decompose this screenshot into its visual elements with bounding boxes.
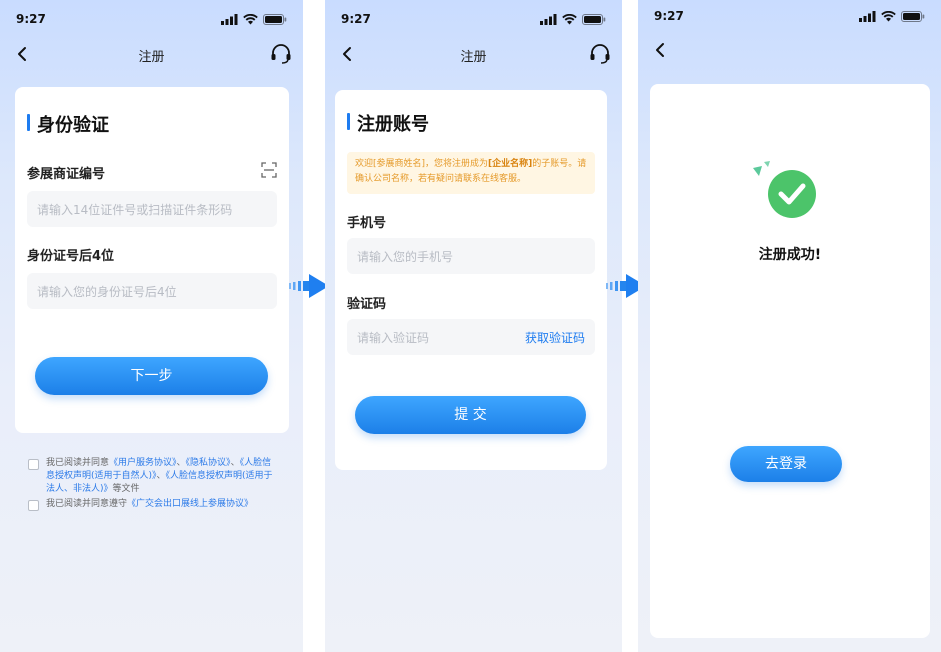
scan-icon[interactable] bbox=[261, 162, 277, 178]
section-title: 注册账号 bbox=[347, 110, 429, 136]
next-step-button[interactable]: 下一步 bbox=[35, 357, 268, 395]
company-name-placeholder: [企业名称] bbox=[488, 159, 533, 169]
back-arrow-icon[interactable] bbox=[652, 40, 670, 60]
online-exhibit-agreement-link[interactable]: 《广交会出口展线上参展协议》 bbox=[127, 499, 253, 509]
status-time: 9:27 bbox=[341, 12, 371, 26]
exhibitor-id-input[interactable]: 请输入14位证件号或扫描证件条形码 bbox=[27, 191, 277, 227]
success-message: 注册成功! bbox=[758, 247, 822, 263]
customer-service-icon[interactable] bbox=[588, 42, 612, 66]
phone-placeholder: 请输入您的手机号 bbox=[357, 250, 454, 264]
nav-title: 注册 bbox=[138, 50, 165, 65]
agreement1-checkbox[interactable] bbox=[28, 459, 39, 470]
privacy-agreement-link[interactable]: 《隐私协议》 bbox=[186, 458, 231, 468]
id-last4-input[interactable]: 请输入您的身份证号后4位 bbox=[27, 273, 277, 309]
signal-icon bbox=[221, 13, 238, 25]
screen-register-account: 9:27 注册 注册账号 欢迎[参展商姓名]，您将注册成为[企业名称]的子账号。… bbox=[325, 0, 622, 652]
id-last4-placeholder: 请输入您的身份证号后4位 bbox=[37, 285, 177, 299]
phone-input[interactable]: 请输入您的手机号 bbox=[347, 238, 595, 274]
signal-icon bbox=[859, 10, 876, 22]
nav-bar bbox=[638, 38, 941, 64]
get-code-button[interactable]: 获取验证码 bbox=[525, 329, 585, 346]
agreement2-checkbox[interactable] bbox=[28, 500, 39, 511]
wifi-icon bbox=[243, 13, 258, 24]
wifi-icon bbox=[562, 13, 577, 24]
battery-icon bbox=[582, 13, 606, 25]
signal-icon bbox=[540, 13, 557, 25]
status-bar: 9:27 bbox=[341, 11, 606, 27]
status-bar: 9:27 bbox=[654, 8, 925, 24]
agreement1-text: 我已阅读并同意《用户服务协议》、《隐私协议》、《人脸信息授权声明(适用于自然人)… bbox=[46, 458, 273, 494]
success-card: 注册成功! 去登录 bbox=[650, 84, 930, 638]
status-time: 9:27 bbox=[654, 9, 684, 23]
status-time: 9:27 bbox=[16, 12, 46, 26]
register-card: 注册账号 欢迎[参展商姓名]，您将注册成为[企业名称]的子账号。请确认公司名称，… bbox=[335, 90, 607, 470]
screen-register-success: 9:27 注册成功! 去登录 bbox=[638, 0, 941, 652]
section-title: 身份验证 bbox=[27, 111, 109, 137]
exhibitor-id-label: 参展商证编号 bbox=[27, 167, 106, 182]
verification-card: 身份验证 参展商证编号 请输入14位证件号或扫描证件条形码 身份证号后4位 请输… bbox=[15, 87, 289, 433]
notice-banner: 欢迎[参展商姓名]，您将注册成为[企业名称]的子账号。请确认公司名称，若有疑问请… bbox=[347, 152, 595, 194]
wifi-icon bbox=[881, 10, 896, 21]
id-last4-label: 身份证号后4位 bbox=[27, 249, 115, 264]
go-login-button[interactable]: 去登录 bbox=[730, 446, 842, 482]
code-placeholder: 请输入验证码 bbox=[357, 331, 430, 345]
battery-icon bbox=[901, 10, 925, 22]
phone-label: 手机号 bbox=[347, 216, 387, 231]
customer-service-icon[interactable] bbox=[269, 42, 293, 66]
code-input[interactable]: 请输入验证码 获取验证码 bbox=[347, 319, 595, 355]
status-bar: 9:27 bbox=[16, 11, 287, 27]
battery-icon bbox=[263, 13, 287, 25]
agreement2-text: 我已阅读并同意遵守《广交会出口展线上参展协议》 bbox=[46, 499, 254, 509]
code-label: 验证码 bbox=[347, 297, 387, 312]
screen-identity-verification: 9:27 注册 身份验证 参展商证编号 请输入14位证件号或扫描证件条形码 身份… bbox=[0, 0, 303, 652]
nav-bar: 注册 bbox=[325, 42, 622, 68]
nav-bar: 注册 bbox=[0, 42, 303, 68]
success-check-icon bbox=[753, 161, 816, 218]
nav-title: 注册 bbox=[460, 50, 487, 65]
user-service-agreement-link[interactable]: 《用户服务协议》 bbox=[109, 458, 177, 468]
submit-button[interactable]: 提 交 bbox=[355, 396, 586, 434]
exhibitor-id-placeholder: 请输入14位证件号或扫描证件条形码 bbox=[37, 203, 233, 217]
